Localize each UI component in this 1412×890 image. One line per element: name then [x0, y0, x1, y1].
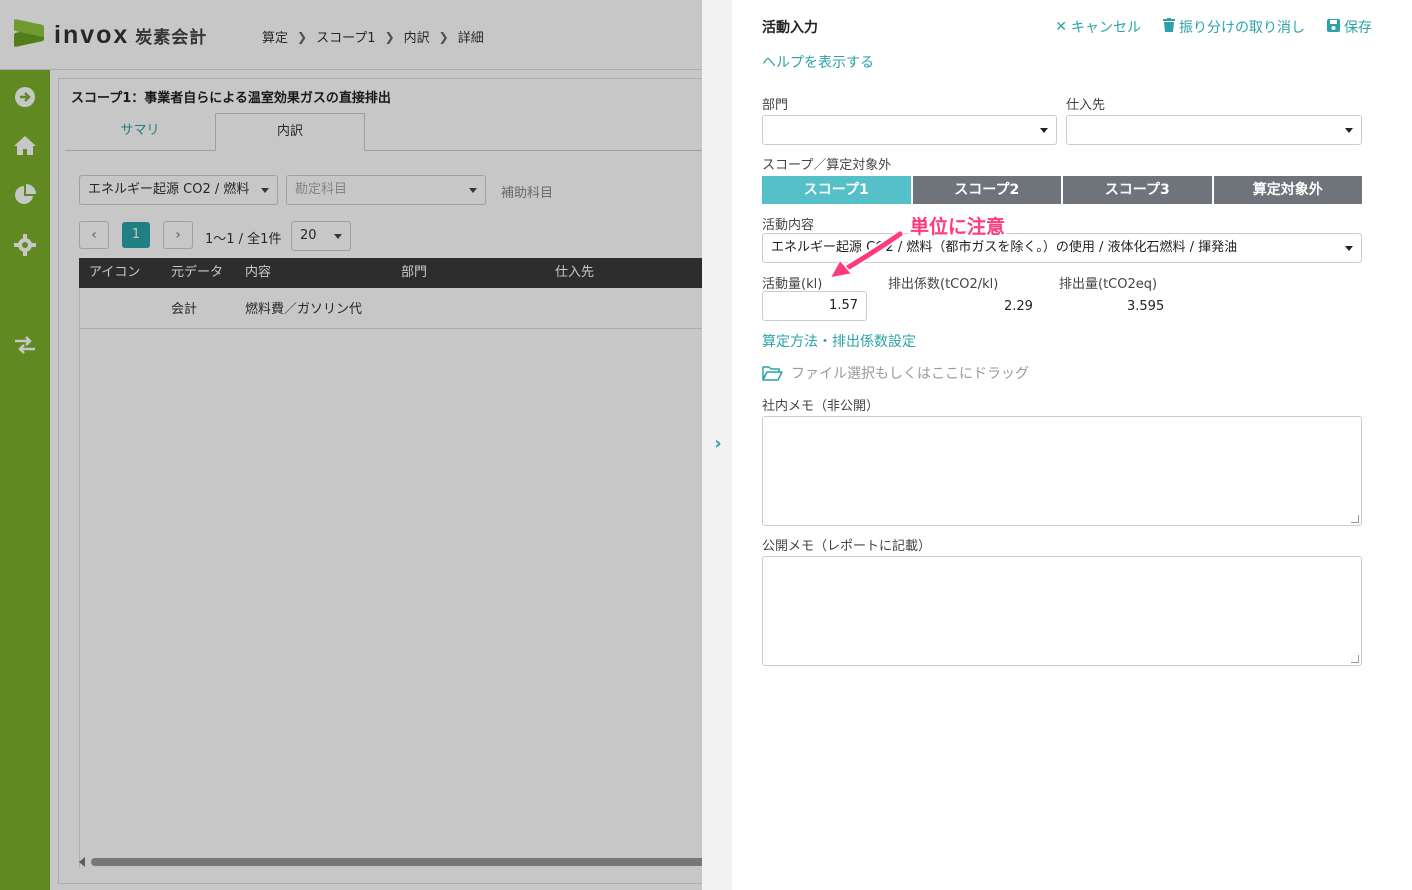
- resize-handle-icon[interactable]: [1351, 515, 1359, 523]
- activity-label: 活動内容: [762, 218, 815, 233]
- scope-1-button[interactable]: スコープ1: [762, 176, 911, 204]
- emission-factor-value: 2.29: [1004, 299, 1033, 314]
- calc-method-link[interactable]: 算定方法・排出係数設定: [762, 331, 916, 351]
- trash-icon: [1163, 18, 1175, 36]
- drawer-title: 活動入力: [762, 20, 818, 36]
- save-label: 保存: [1344, 20, 1372, 36]
- supplier-label: 仕入先: [1066, 98, 1106, 113]
- cancel-button[interactable]: ✕ キャンセル: [1055, 17, 1141, 37]
- file-drop-zone[interactable]: ファイル選択もしくはここにドラッグ: [762, 363, 1029, 383]
- emission-label: 排出量(tCO2eq): [1059, 277, 1158, 292]
- scope-3-button[interactable]: スコープ3: [1063, 176, 1212, 204]
- cancel-label: キャンセル: [1071, 20, 1141, 36]
- caret-down-icon: [1345, 128, 1353, 133]
- internal-memo-label: 社内メモ（非公開）: [762, 399, 880, 414]
- help-link[interactable]: ヘルプを表示する: [762, 52, 874, 72]
- modal-overlay[interactable]: [0, 0, 702, 890]
- file-drop-label: ファイル選択もしくはここにドラッグ: [791, 366, 1029, 382]
- amount-label: 活動量(kl): [762, 277, 823, 292]
- background-app: invox 炭素会計 算定 ❯ スコープ1 ❯ 内訳 ❯ 詳細 スコープ1：事業…: [0, 0, 702, 890]
- department-select[interactable]: [762, 115, 1057, 145]
- folder-open-icon: [762, 366, 783, 381]
- out-of-scope-button[interactable]: 算定対象外: [1213, 176, 1362, 204]
- annotation-text: 単位に注意: [910, 216, 1006, 238]
- emission-value: 3.595: [1127, 299, 1165, 314]
- caret-down-icon: [1040, 128, 1048, 133]
- public-memo-label: 公開メモ（レポートに記載）: [762, 539, 932, 554]
- save-icon: [1327, 18, 1340, 36]
- scope-2-button[interactable]: スコープ2: [912, 176, 1061, 204]
- public-memo-textarea[interactable]: [762, 556, 1362, 666]
- undo-split-label: 振り分けの取り消し: [1179, 20, 1305, 36]
- annotation-arrow-icon: [828, 229, 905, 280]
- chevron-right-icon[interactable]: ›: [710, 434, 726, 454]
- close-icon: ✕: [1055, 19, 1067, 35]
- activity-input-drawer: 活動入力 ✕ キャンセル 振り分けの取り消し 保存 ヘルプを表示する 部門 仕入…: [732, 0, 1412, 890]
- save-button[interactable]: 保存: [1327, 17, 1372, 37]
- scope-button-group: スコープ1 スコープ2 スコープ3 算定対象外: [762, 176, 1362, 204]
- supplier-select[interactable]: [1066, 115, 1362, 145]
- caret-down-icon: [1345, 246, 1353, 251]
- department-label: 部門: [762, 98, 789, 113]
- undo-split-button[interactable]: 振り分けの取り消し: [1163, 17, 1305, 37]
- internal-memo-textarea[interactable]: [762, 416, 1362, 526]
- drawer-actions: ✕ キャンセル 振り分けの取り消し 保存: [1033, 17, 1372, 37]
- resize-handle-icon[interactable]: [1351, 655, 1359, 663]
- scope-label: スコープ／算定対象外: [762, 158, 892, 173]
- amount-input[interactable]: 1.57: [762, 291, 867, 321]
